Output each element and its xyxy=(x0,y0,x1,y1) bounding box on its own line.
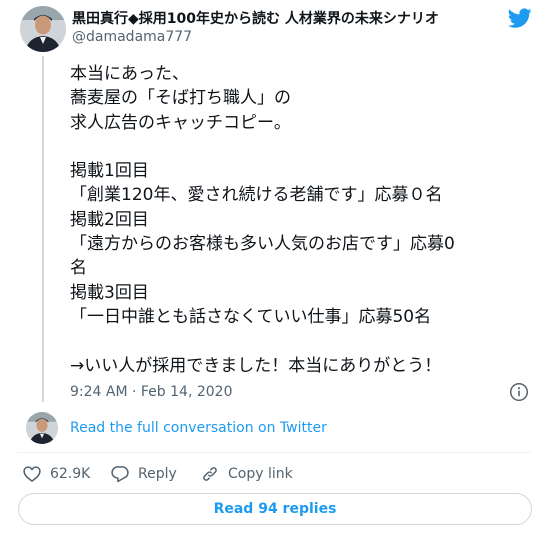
tweet-line: 蕎麦屋の「そば打ち職人」の xyxy=(70,88,291,109)
tweet-line: 本当にあった、 xyxy=(70,64,189,84)
tweet-timestamp[interactable]: 9:24 AM · Feb 14, 2020 xyxy=(70,384,232,400)
like-button[interactable]: 62.9K xyxy=(22,462,90,486)
link-icon xyxy=(203,467,217,481)
reply-label: Reply xyxy=(138,466,177,482)
read-replies-button[interactable]: Read 94 replies xyxy=(18,493,532,525)
tweet-line: 「遠方からのお客様も多い人気のお店です」応募0 xyxy=(70,234,455,255)
tweet-line xyxy=(70,135,540,159)
tweet-line: 掲載2回目 xyxy=(70,209,149,230)
like-count: 62.9K xyxy=(50,466,91,482)
twitter-bird-icon[interactable] xyxy=(508,6,532,30)
tweet-line: →いい人が採用できました！本当にありがとう！ xyxy=(70,355,442,376)
reply-button[interactable]: Reply xyxy=(110,462,177,486)
author-display-name[interactable]: 黒田真行◆採用100年史から読む 人材業界の未来シナリオ xyxy=(72,8,439,28)
copy-link-button[interactable]: Copy link xyxy=(200,462,293,486)
tweet-text: 本当にあった、 蕎麦屋の「そば打ち職人」の 求人広告のキャッチコピー。 掲載1回… xyxy=(70,62,540,378)
tweet-card: 黒田真行◆採用100年史から読む 人材業界の未来シナリオ @damadama77… xyxy=(0,0,546,535)
tweet-line: 掲載3回目 xyxy=(70,282,149,303)
divider xyxy=(18,452,532,453)
tweet-line: 名 xyxy=(70,258,87,279)
author-avatar[interactable] xyxy=(20,6,66,52)
info-icon[interactable] xyxy=(509,382,529,402)
copy-link-label: Copy link xyxy=(228,466,293,482)
heart-icon xyxy=(23,466,41,482)
tweet-line: 「創業120年、愛され続ける老舗です」応募０名 xyxy=(70,185,443,206)
tweet-line: 掲載1回目 xyxy=(70,161,149,182)
thread-connector-line xyxy=(42,56,44,402)
conversation-avatar[interactable] xyxy=(26,412,58,444)
read-full-conversation-link[interactable]: Read the full conversation on Twitter xyxy=(70,420,327,436)
reply-icon xyxy=(111,466,129,483)
tweet-line: 求人広告のキャッチコピー。 xyxy=(70,112,291,133)
tweet-line: 「一日中誰とも話さなくていい仕事」応募50名 xyxy=(70,306,432,327)
author-username[interactable]: @damadama777 xyxy=(72,29,192,45)
read-replies-label: Read 94 replies xyxy=(213,501,337,517)
tweet-line xyxy=(70,329,540,353)
